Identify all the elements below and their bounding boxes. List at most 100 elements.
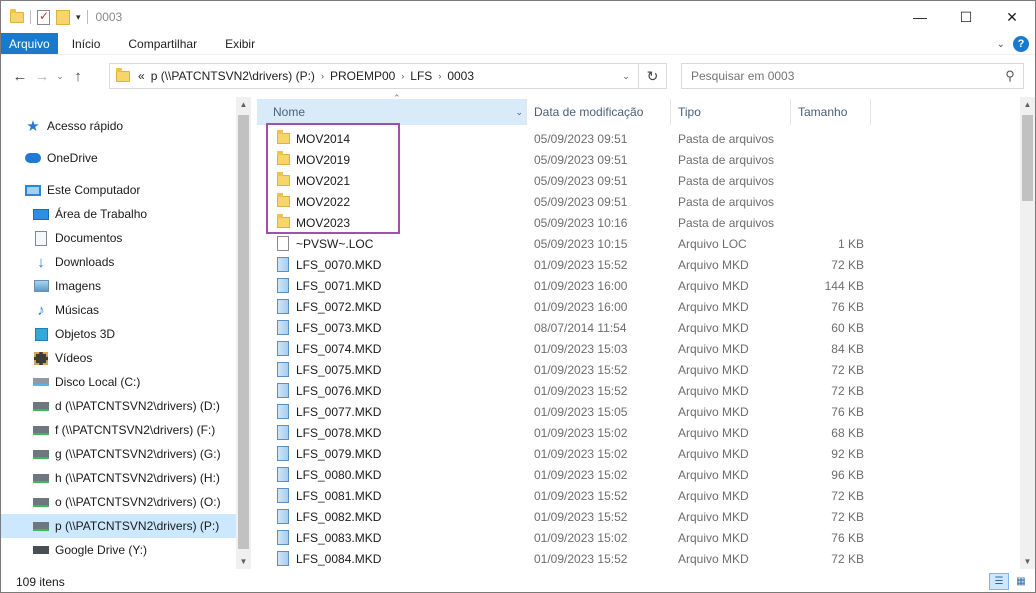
table-row[interactable]: MOV2021 05/09/2023 09:51 Pasta de arquivos (257, 170, 1020, 191)
sidebar-item-drive-f[interactable]: f (\\PATCNTSVN2\drivers) (F:) (33, 418, 215, 442)
table-row[interactable]: LFS_0080.MKD 01/09/2023 15:02 Arquivo MKD 9… (257, 464, 1020, 485)
search-box[interactable]: ⚲ (681, 63, 1024, 89)
tab-arquivo[interactable]: Arquivo (1, 33, 58, 54)
breadcrumb-item[interactable]: PROEMP00 (330, 69, 395, 83)
table-row[interactable]: MOV2014 05/09/2023 09:51 Pasta de arquivos (257, 128, 1020, 149)
table-row[interactable]: LFS_0073.MKD 08/07/2014 11:54 Arquivo MKD 6… (257, 317, 1020, 338)
sidebar-item-label: p (\\PATCNTSVN2\drivers) (P:) (55, 519, 220, 533)
new-folder-icon[interactable] (56, 9, 70, 25)
chevron-down-icon[interactable]: ⌄ (515, 99, 523, 125)
sidebar-item-drive-p[interactable]: p (\\PATCNTSVN2\drivers) (P:) (1, 514, 236, 538)
scroll-up-icon[interactable]: ▲ (236, 97, 251, 112)
file-type: Arquivo MKD (678, 320, 749, 335)
sidebar-item-local-disk-c[interactable]: Disco Local (C:) (33, 370, 140, 394)
folder-icon (275, 130, 291, 147)
sidebar-item-drive-d[interactable]: d (\\PATCNTSVN2\drivers) (D:) (33, 394, 220, 418)
column-header-label: Tamanho (798, 105, 848, 119)
forward-button[interactable]: → (31, 68, 53, 85)
maximize-button[interactable]: ☐ (943, 1, 989, 33)
table-row[interactable]: LFS_0082.MKD 01/09/2023 15:52 Arquivo MKD 7… (257, 506, 1020, 527)
table-row[interactable]: LFS_0075.MKD 01/09/2023 15:52 Arquivo MKD 7… (257, 359, 1020, 380)
table-row[interactable]: LFS_0076.MKD 01/09/2023 15:52 Arquivo MKD 7… (257, 380, 1020, 401)
scroll-down-icon[interactable]: ▼ (236, 554, 251, 569)
sidebar-item-desktop[interactable]: Área de Trabalho (33, 202, 147, 226)
navigation-pane: ★ Acesso rápido OneDrive Este Computador… (1, 97, 251, 569)
sidebar-item-quick-access[interactable]: ★ Acesso rápido (25, 114, 123, 138)
file-list-scrollbar[interactable]: ▲ ▼ (1020, 97, 1035, 569)
refresh-button[interactable]: ↻ (638, 64, 666, 88)
address-dropdown-icon[interactable]: ⌄ (616, 64, 636, 88)
sidebar-item-onedrive[interactable]: OneDrive (25, 146, 98, 170)
recent-locations-button[interactable]: ⌄ (53, 71, 67, 82)
customize-dropdown-icon[interactable]: ▾ (76, 12, 81, 23)
expand-ribbon-icon[interactable]: ⌄ (997, 39, 1005, 50)
close-button[interactable]: ✕ (989, 1, 1035, 33)
sidebar-item-google-drive[interactable]: Google Drive (Y:) (33, 538, 147, 562)
tab-compartilhar[interactable]: Compartilhar (114, 33, 211, 54)
file-size: 1 KB (837, 236, 864, 251)
sidebar-item-pictures[interactable]: Imagens (33, 274, 101, 298)
search-icon[interactable]: ⚲ (997, 68, 1023, 84)
table-row[interactable]: LFS_0071.MKD 01/09/2023 16:00 Arquivo MKD 1… (257, 275, 1020, 296)
table-row[interactable]: LFS_0072.MKD 01/09/2023 16:00 Arquivo MKD 7… (257, 296, 1020, 317)
minimize-button[interactable]: — (897, 1, 943, 33)
column-header-name[interactable]: Nome ⌃ ⌄ (257, 93, 527, 125)
sidebar-item-label: Músicas (55, 303, 100, 317)
toolbar-separator (86, 10, 88, 24)
table-row[interactable]: LFS_0077.MKD 01/09/2023 15:05 Arquivo MKD 7… (257, 401, 1020, 422)
scroll-down-icon[interactable]: ▼ (1020, 554, 1035, 569)
file-name: MOV2014 (296, 131, 351, 146)
sidebar-item-documents[interactable]: Documentos (33, 226, 122, 250)
table-row[interactable]: LFS_0084.MKD 01/09/2023 15:52 Arquivo MKD 7… (257, 548, 1020, 569)
search-input[interactable] (682, 69, 997, 83)
properties-icon[interactable] (37, 9, 50, 25)
tab-exibir[interactable]: Exibir (211, 33, 269, 54)
sidebar-item-drive-g[interactable]: g (\\PATCNTSVN2\drivers) (G:) (33, 442, 221, 466)
documents-icon (33, 230, 49, 246)
sidebar-item-videos[interactable]: Vídeos (33, 346, 92, 370)
table-row[interactable]: ~PVSW~.LOC 05/09/2023 10:15 Arquivo LOC 1 K… (257, 233, 1020, 254)
table-row[interactable]: LFS_0081.MKD 01/09/2023 15:52 Arquivo MKD 7… (257, 485, 1020, 506)
file-name: MOV2023 (296, 215, 351, 230)
up-button[interactable]: ↑ (67, 68, 89, 85)
breadcrumb-item[interactable]: p (\\PATCNTSVN2\drivers) (P:) (151, 69, 315, 83)
sidebar-item-drive-h[interactable]: h (\\PATCNTSVN2\drivers) (H:) (33, 466, 220, 490)
table-row[interactable]: MOV2019 05/09/2023 09:51 Pasta de arquivos (257, 149, 1020, 170)
column-header-type[interactable]: Tipo (671, 99, 791, 125)
chevron-right-icon[interactable]: › (401, 71, 404, 81)
column-header-size[interactable]: Tamanho (791, 99, 871, 125)
details-view-button[interactable]: ☰ (989, 573, 1009, 590)
navigation-pane-scrollbar[interactable]: ▲ ▼ (236, 97, 251, 569)
sidebar-item-music[interactable]: ♪ Músicas (33, 298, 99, 322)
breadcrumb-overflow[interactable]: « (138, 69, 145, 83)
file-type: Arquivo MKD (678, 278, 749, 293)
table-row[interactable]: LFS_0078.MKD 01/09/2023 15:02 Arquivo MKD 6… (257, 422, 1020, 443)
table-row[interactable]: LFS_0074.MKD 01/09/2023 15:03 Arquivo MKD 8… (257, 338, 1020, 359)
chevron-right-icon[interactable]: › (321, 71, 324, 81)
breadcrumb-item[interactable]: 0003 (447, 69, 474, 83)
breadcrumb-item[interactable]: LFS (410, 69, 432, 83)
table-row[interactable]: LFS_0083.MKD 01/09/2023 15:02 Arquivo MKD 7… (257, 527, 1020, 548)
file-type: Arquivo MKD (678, 362, 749, 377)
sidebar-item-downloads[interactable]: ↓ Downloads (33, 250, 114, 274)
scrollbar-thumb[interactable] (1022, 115, 1033, 201)
column-header-date[interactable]: Data de modificação (527, 99, 671, 125)
table-row[interactable]: MOV2022 05/09/2023 09:51 Pasta de arquivos (257, 191, 1020, 212)
address-bar[interactable]: « p (\\PATCNTSVN2\drivers) (P:) › PROEMP… (109, 63, 667, 89)
sidebar-item-this-pc[interactable]: Este Computador (25, 178, 140, 202)
mkd-file-icon (275, 257, 291, 273)
table-row[interactable]: LFS_0070.MKD 01/09/2023 15:52 Arquivo MKD 7… (257, 254, 1020, 275)
back-button[interactable]: ← (9, 68, 31, 85)
large-icons-view-button[interactable]: ▦ (1011, 573, 1031, 590)
scrollbar-thumb[interactable] (238, 115, 249, 549)
table-row[interactable]: LFS_0079.MKD 01/09/2023 15:02 Arquivo MKD 9… (257, 443, 1020, 464)
sidebar-item-3d-objects[interactable]: Objetos 3D (33, 322, 115, 346)
table-row[interactable]: MOV2023 05/09/2023 10:16 Pasta de arquivos (257, 212, 1020, 233)
tab-inicio[interactable]: Início (58, 33, 115, 54)
file-name-cell: LFS_0084.MKD (275, 551, 381, 567)
file-name: MOV2019 (296, 152, 351, 167)
scroll-up-icon[interactable]: ▲ (1020, 97, 1035, 112)
chevron-right-icon[interactable]: › (438, 71, 441, 81)
sidebar-item-drive-o[interactable]: o (\\PATCNTSVN2\drivers) (O:) (33, 490, 221, 514)
help-icon[interactable]: ? (1013, 36, 1029, 52)
